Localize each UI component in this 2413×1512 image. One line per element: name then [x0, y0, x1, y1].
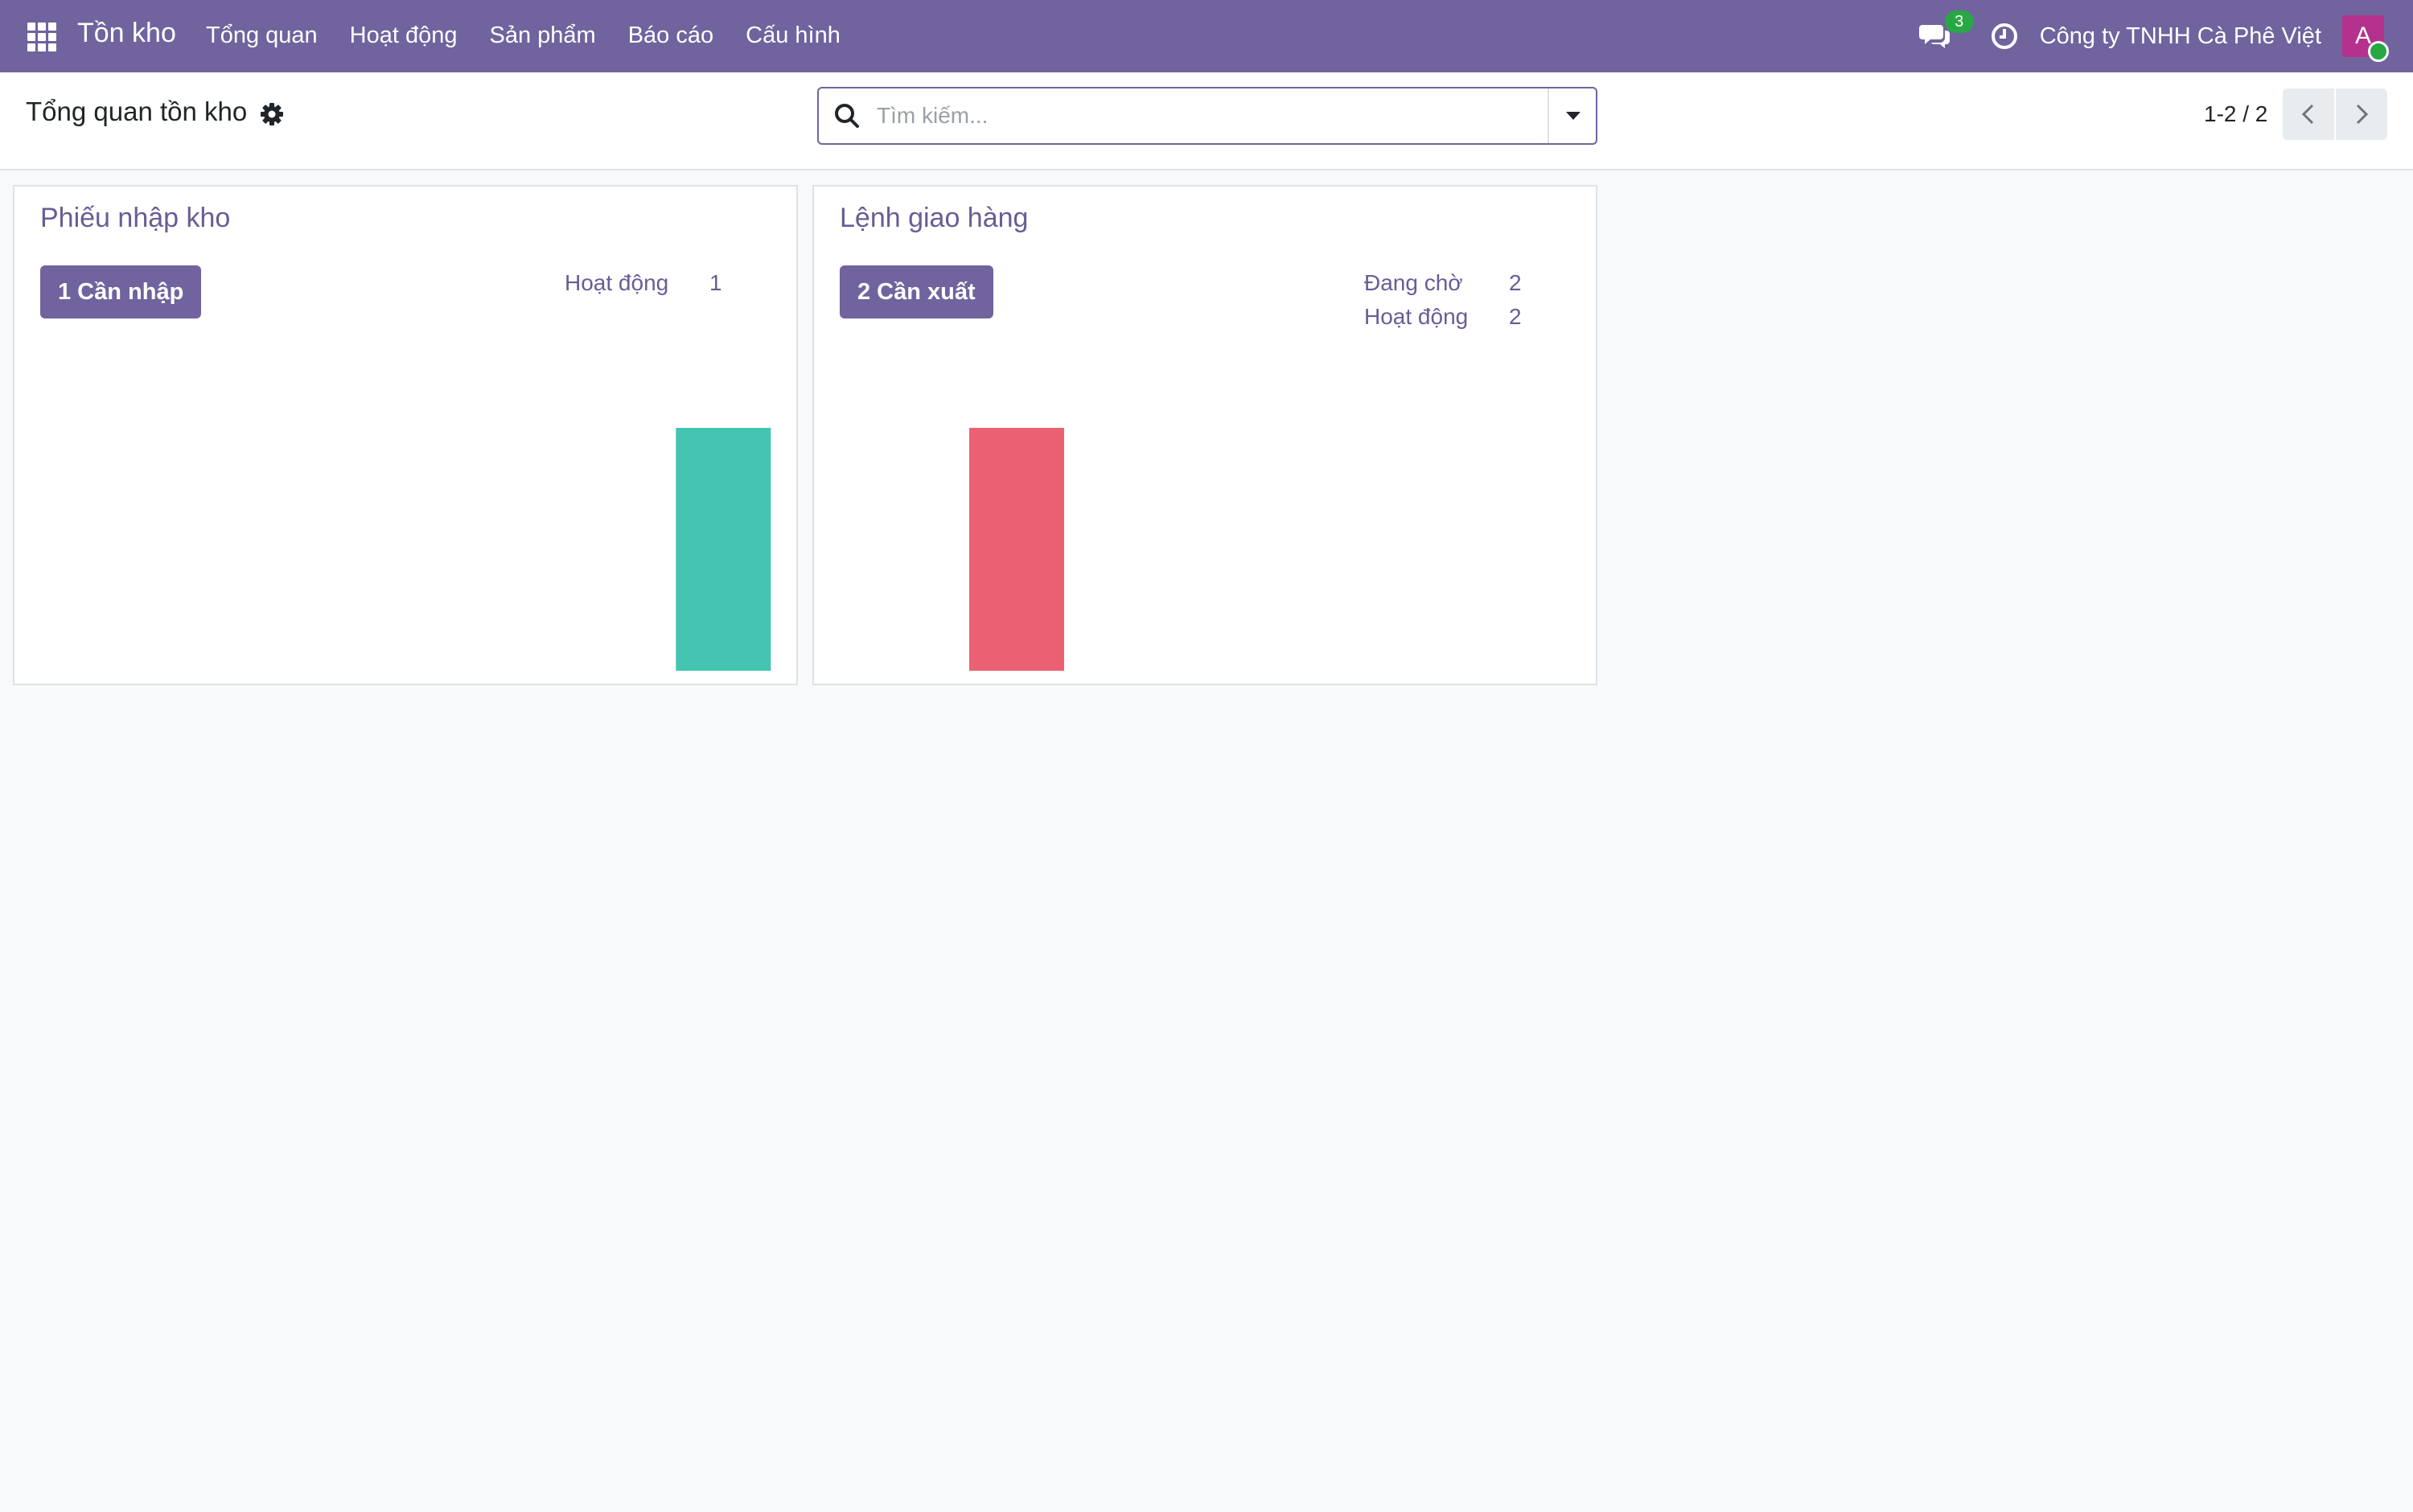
app-name[interactable]: Tồn kho — [77, 18, 176, 49]
menu-item-overview[interactable]: Tổng quan — [206, 23, 318, 49]
menu-item-products[interactable]: Sản phẩm — [490, 23, 596, 49]
card-title[interactable]: Lệnh giao hàng — [840, 203, 1028, 234]
kanban-card-receipts: Phiếu nhập kho 1 Cần nhập Hoạt động 1 — [13, 185, 798, 685]
bar-chart — [969, 428, 1064, 671]
menu-item-configuration[interactable]: Cấu hình — [746, 23, 841, 49]
chat-badge: 3 — [1944, 10, 1974, 33]
stat-value: 2 — [1509, 270, 1522, 295]
clock-icon[interactable] — [1988, 20, 2020, 52]
stat-label: Hoạt động — [565, 270, 669, 295]
to-process-button[interactable]: 2 Cần xuất — [840, 265, 993, 318]
company-switcher[interactable]: Công ty TNHH Cà Phê Việt — [2040, 23, 2321, 50]
online-status-icon — [2368, 41, 2389, 62]
search-input[interactable] — [875, 97, 1538, 135]
search-icon — [835, 104, 859, 128]
chevron-right-icon — [2356, 104, 2369, 125]
stat-label: Đang chờ — [1364, 270, 1463, 295]
apps-grid-icon[interactable] — [27, 23, 56, 51]
stat-label: Hoạt động — [1364, 304, 1469, 329]
control-panel: Tổng quan tồn kho 1-2 / 2 — [0, 72, 2413, 171]
chart-bar — [969, 428, 1064, 671]
chevron-left-icon — [2301, 104, 2314, 125]
gear-icon[interactable] — [259, 101, 285, 127]
menu-item-reporting[interactable]: Báo cáo — [628, 23, 713, 49]
pager-previous-button[interactable] — [2283, 88, 2334, 140]
avatar[interactable]: A — [2342, 15, 2389, 62]
page-title: Tổng quan tồn kho — [26, 97, 248, 126]
top-navbar: Tồn kho Tổng quan Hoạt động Sản phẩm Báo… — [0, 0, 2413, 72]
avatar-letter: A — [2354, 23, 2371, 49]
stat-value: 1 — [709, 270, 722, 295]
menu-item-operations[interactable]: Hoạt động — [350, 23, 458, 49]
main-menu: Tổng quan Hoạt động Sản phẩm Báo cáo Cấu… — [206, 23, 841, 49]
stat-value: 2 — [1509, 304, 1522, 329]
search-options-toggle[interactable] — [1548, 88, 1596, 143]
to-receive-button[interactable]: 1 Cần nhập — [40, 265, 202, 318]
navbar-systray: 3 Công ty TNHH Cà Phê Việt A — [1918, 0, 2413, 72]
bar-chart — [676, 428, 771, 671]
card-title[interactable]: Phiếu nhập kho — [40, 203, 230, 234]
pager-value[interactable]: 1-2 / 2 — [2204, 101, 2267, 127]
search-box — [817, 87, 1597, 145]
kanban-card-deliveries: Lệnh giao hàng 2 Cần xuất Đang chờ 2 Hoạ… — [812, 185, 1597, 685]
pager-next-button[interactable] — [2336, 88, 2387, 140]
chat-icon[interactable]: 3 — [1918, 10, 1974, 52]
chart-bar — [676, 428, 771, 671]
